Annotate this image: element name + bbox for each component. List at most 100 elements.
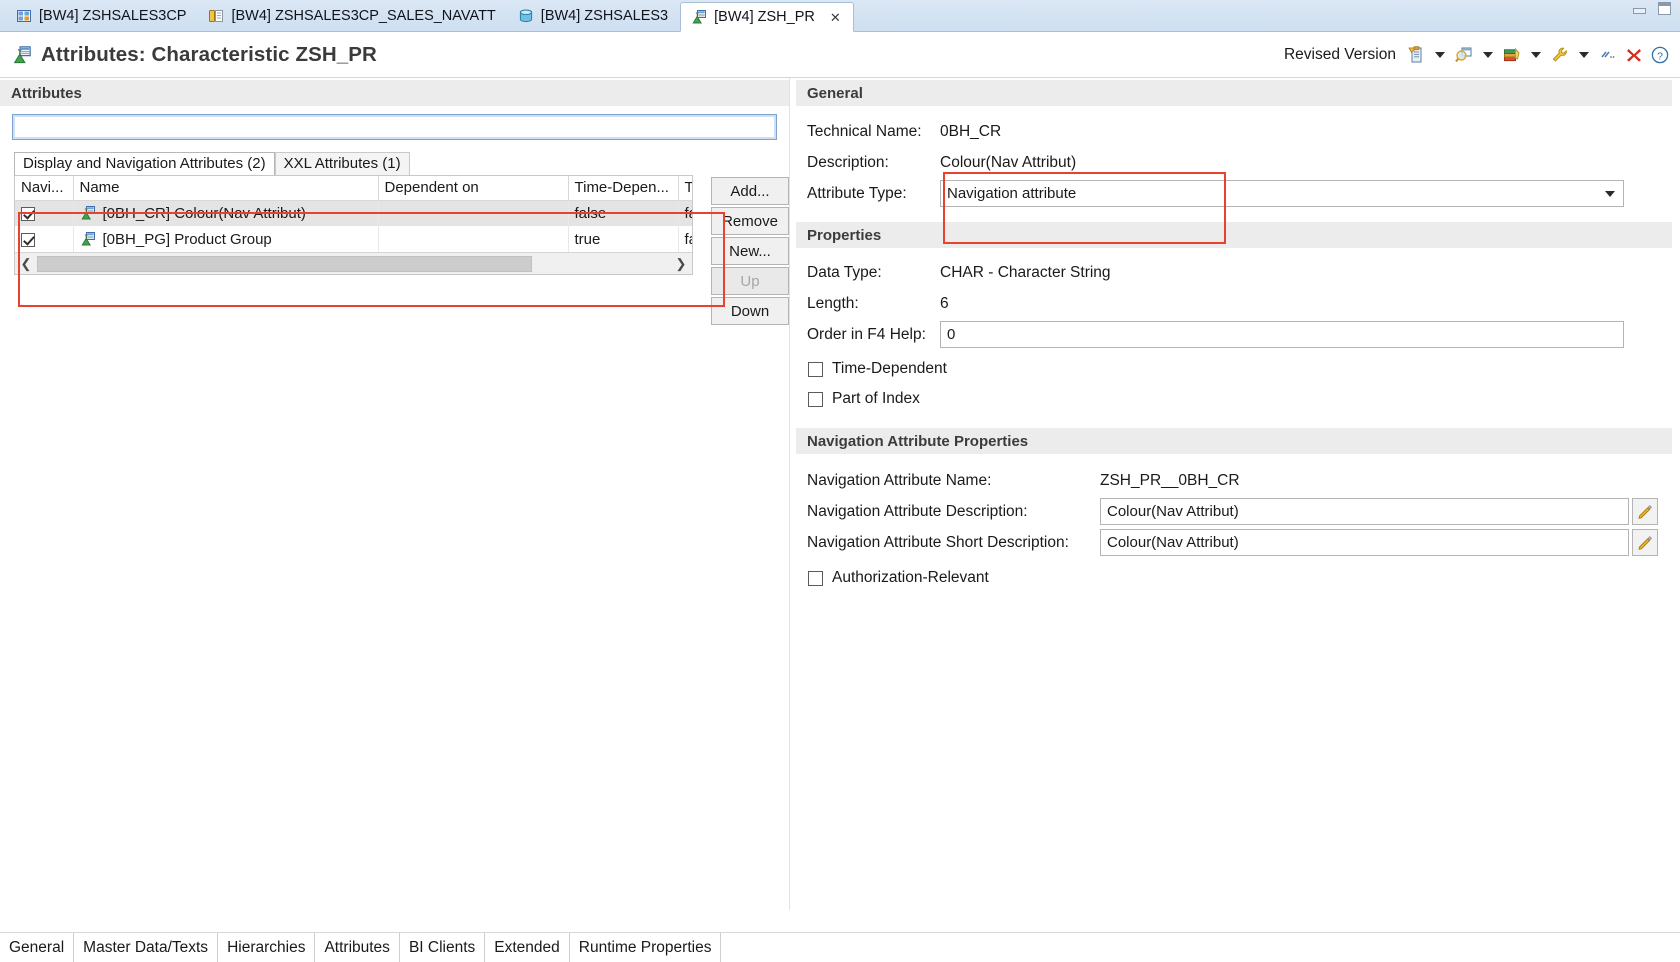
nav-attribute-properties-section-title: Navigation Attribute Properties xyxy=(807,432,1029,450)
technical-name-row: Technical Name: 0BH_CR xyxy=(796,116,1680,147)
editor-tab-zshsales3cp-sales-navatt[interactable]: [BW4] ZSHSALES3CP_SALES_NAVATT xyxy=(198,1,507,31)
editor-tab-zsh-pr[interactable]: [BW4] ZSH_PR ✕ xyxy=(680,2,854,32)
nav-attribute-properties-section-header: Navigation Attribute Properties xyxy=(796,428,1672,454)
authorization-relevant-row[interactable]: Authorization-Relevant xyxy=(796,563,1680,593)
description-row: Description: Colour(Nav Attribut) xyxy=(796,147,1680,178)
delete-red-x-icon[interactable] xyxy=(1624,45,1644,65)
maximize-icon[interactable] xyxy=(1657,2,1672,15)
bottom-tab-label: Hierarchies xyxy=(227,938,306,956)
navigational-checkbox[interactable] xyxy=(21,232,35,247)
column-header-navigational[interactable]: Navi... xyxy=(15,176,74,201)
navigational-checkbox[interactable] xyxy=(21,206,35,221)
attributes-table[interactable]: Navi... Name Dependent on Time-Depen... … xyxy=(14,175,693,275)
nav-attribute-short-description-row: Navigation Attribute Short Description: xyxy=(796,527,1680,558)
time-dependent-row[interactable]: Time-Dependent xyxy=(796,354,1680,384)
part-of-index-checkbox[interactable] xyxy=(808,391,823,407)
bottom-tab-bi-clients[interactable]: BI Clients xyxy=(399,933,486,962)
editor-tab-zshsales3[interactable]: [BW4] ZSHSALES3 xyxy=(508,1,680,31)
minimize-icon[interactable] xyxy=(1632,2,1647,15)
svg-text:?: ? xyxy=(1657,50,1663,62)
page-header: Attributes: Characteristic ZSH_PR Revise… xyxy=(0,32,1680,78)
bottom-tab-bar: General Master Data/Texts Hierarchies At… xyxy=(0,932,1680,962)
part-of-index-row[interactable]: Part of Index xyxy=(796,384,1680,414)
description-label: Description: xyxy=(807,153,889,171)
order-in-f4-help-input[interactable] xyxy=(940,321,1624,348)
attribute-filter-input[interactable] xyxy=(12,114,777,140)
attributes-section-title: Attributes xyxy=(11,84,82,102)
bottom-tab-label: Attributes xyxy=(324,938,390,956)
main-body: Attributes Display and Navigation Attrib… xyxy=(0,78,1680,910)
chevron-down-icon[interactable] xyxy=(1531,51,1541,58)
bottom-tab-label: Master Data/Texts xyxy=(83,938,209,956)
attributes-inner-tabs: Display and Navigation Attributes (2) XX… xyxy=(0,150,789,175)
table-row[interactable]: [0BH_PG] Product Group true false xyxy=(15,226,692,252)
attribute-type-value: Navigation attribute xyxy=(947,185,1077,202)
edit-pencil-icon[interactable] xyxy=(1632,529,1658,556)
attribute-type-select[interactable]: Navigation attribute xyxy=(940,180,1624,207)
documentation-books-icon[interactable] xyxy=(1502,45,1522,65)
bottom-tab-master-data-texts[interactable]: Master Data/Texts xyxy=(74,933,219,962)
where-used-search-icon[interactable] xyxy=(1454,45,1474,65)
add-button[interactable]: Add... xyxy=(711,177,789,205)
table-horizontal-scrollbar[interactable]: ❮ ❯ xyxy=(15,252,692,274)
cell-transitive: false xyxy=(678,200,692,226)
tab-display-navigation-attributes[interactable]: Display and Navigation Attributes (2) xyxy=(14,152,275,175)
attributes-panel: Attributes Display and Navigation Attrib… xyxy=(0,78,790,910)
cell-time-dependent: false xyxy=(568,200,679,226)
chevron-down-icon[interactable] xyxy=(1579,51,1589,58)
new-button[interactable]: New... xyxy=(711,237,789,265)
bottom-tab-runtime-properties[interactable]: Runtime Properties xyxy=(569,933,722,962)
attribute-type-label: Attribute Type: xyxy=(807,184,907,202)
column-header-name[interactable]: Name xyxy=(73,176,379,201)
chevron-down-icon[interactable] xyxy=(1483,51,1493,58)
attribute-name-label: [0BH_CR] Colour(Nav Attribut) xyxy=(102,204,306,222)
table-row[interactable]: [0BH_CR] Colour(Nav Attribut) false fals… xyxy=(15,200,692,226)
clipboard-version-icon[interactable] xyxy=(1406,45,1426,65)
bottom-tab-label: Extended xyxy=(494,938,560,956)
data-type-value: CHAR - Character String xyxy=(940,263,1111,281)
filter-row xyxy=(0,106,789,144)
chevron-down-icon[interactable] xyxy=(1599,182,1621,205)
bottom-tab-filler xyxy=(721,933,1680,962)
technical-name-label: Technical Name: xyxy=(807,122,922,140)
chevron-down-icon[interactable] xyxy=(1435,51,1445,58)
bottom-tab-general[interactable]: General xyxy=(0,933,75,962)
characteristic-icon xyxy=(12,45,32,65)
scroll-left-icon[interactable]: ❮ xyxy=(15,253,37,274)
wrench-tools-icon[interactable] xyxy=(1550,45,1570,65)
details-panel: General Technical Name: 0BH_CR Descripti… xyxy=(790,78,1680,910)
tab-xxl-attributes[interactable]: XXL Attributes (1) xyxy=(274,152,410,175)
cell-navigational[interactable] xyxy=(15,200,74,226)
general-section-header: General xyxy=(796,80,1672,106)
close-icon[interactable]: ✕ xyxy=(830,11,841,24)
scrollbar-thumb[interactable] xyxy=(37,255,532,272)
window-controls xyxy=(1632,2,1672,15)
bottom-tab-hierarchies[interactable]: Hierarchies xyxy=(218,933,316,962)
bottom-tab-attributes[interactable]: Attributes xyxy=(315,933,400,962)
nav-attribute-short-description-label: Navigation Attribute Short Description: xyxy=(807,533,1069,551)
bottom-tab-extended[interactable]: Extended xyxy=(485,933,570,962)
column-header-dependent-on[interactable]: Dependent on xyxy=(378,176,569,201)
edit-pencil-icon[interactable] xyxy=(1632,498,1658,525)
authorization-relevant-checkbox[interactable] xyxy=(808,570,823,586)
nav-attribute-name-label: Navigation Attribute Name: xyxy=(807,471,992,489)
nav-attribute-name-value: ZSH_PR__0BH_CR xyxy=(1100,471,1240,489)
scroll-right-icon[interactable]: ❯ xyxy=(670,253,692,274)
cell-navigational[interactable] xyxy=(15,226,74,252)
time-dependent-checkbox[interactable] xyxy=(808,361,823,377)
column-header-time-dependent[interactable]: Time-Depen... xyxy=(568,176,679,201)
help-question-icon[interactable]: ? xyxy=(1650,45,1670,65)
nav-attribute-description-label: Navigation Attribute Description: xyxy=(807,502,1028,520)
editor-tab-zshsales3cp[interactable]: [BW4] ZSHSALES3CP xyxy=(6,1,198,31)
tab-label: XXL Attributes (1) xyxy=(283,155,401,172)
cell-name: [0BH_CR] Colour(Nav Attribut) xyxy=(73,200,379,226)
column-header-transitive[interactable]: Trans xyxy=(678,176,692,201)
down-button[interactable]: Down xyxy=(711,297,789,325)
collapse-all-icon[interactable] xyxy=(1598,45,1618,65)
remove-button[interactable]: Remove xyxy=(711,207,789,235)
nav-attribute-short-description-input[interactable] xyxy=(1100,529,1629,556)
scrollbar-track[interactable] xyxy=(532,255,670,272)
editor-tab-label: [BW4] ZSHSALES3 xyxy=(540,8,669,24)
page-title: Attributes: Characteristic ZSH_PR xyxy=(41,42,377,66)
nav-attribute-description-input[interactable] xyxy=(1100,498,1629,525)
